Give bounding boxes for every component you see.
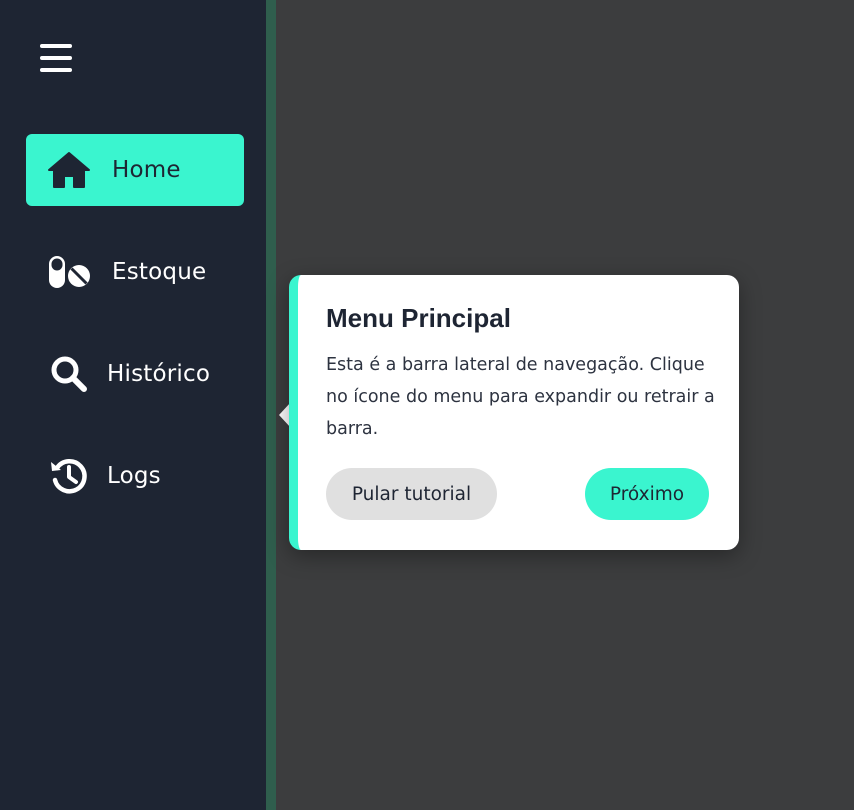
sidebar-border — [266, 0, 276, 810]
sidebar-item-label: Estoque — [112, 259, 207, 285]
sidebar-item-logs[interactable]: Logs — [26, 440, 244, 512]
tooltip-title: Menu Principal — [326, 303, 511, 333]
hamburger-menu-icon[interactable] — [38, 42, 74, 74]
sidebar-item-home[interactable]: Home — [26, 134, 244, 206]
sidebar-item-historico[interactable]: Histórico — [26, 338, 244, 410]
next-button[interactable]: Próximo — [585, 468, 709, 520]
skip-tutorial-button[interactable]: Pular tutorial — [326, 468, 497, 520]
sidebar-item-label: Logs — [107, 463, 161, 489]
history-icon — [46, 453, 92, 499]
sidebar: Home Estoque Histórico Logs — [0, 0, 266, 810]
tutorial-tooltip: Menu Principal Esta é a barra lateral de… — [289, 275, 739, 550]
tooltip-description: Esta é a barra lateral de navegação. Cli… — [326, 355, 715, 439]
sidebar-item-label: Home — [112, 157, 181, 183]
search-icon — [46, 351, 92, 397]
sidebar-item-estoque[interactable]: Estoque — [26, 236, 244, 308]
home-icon — [46, 147, 92, 193]
pills-icon — [46, 249, 92, 295]
sidebar-item-label: Histórico — [107, 361, 211, 387]
